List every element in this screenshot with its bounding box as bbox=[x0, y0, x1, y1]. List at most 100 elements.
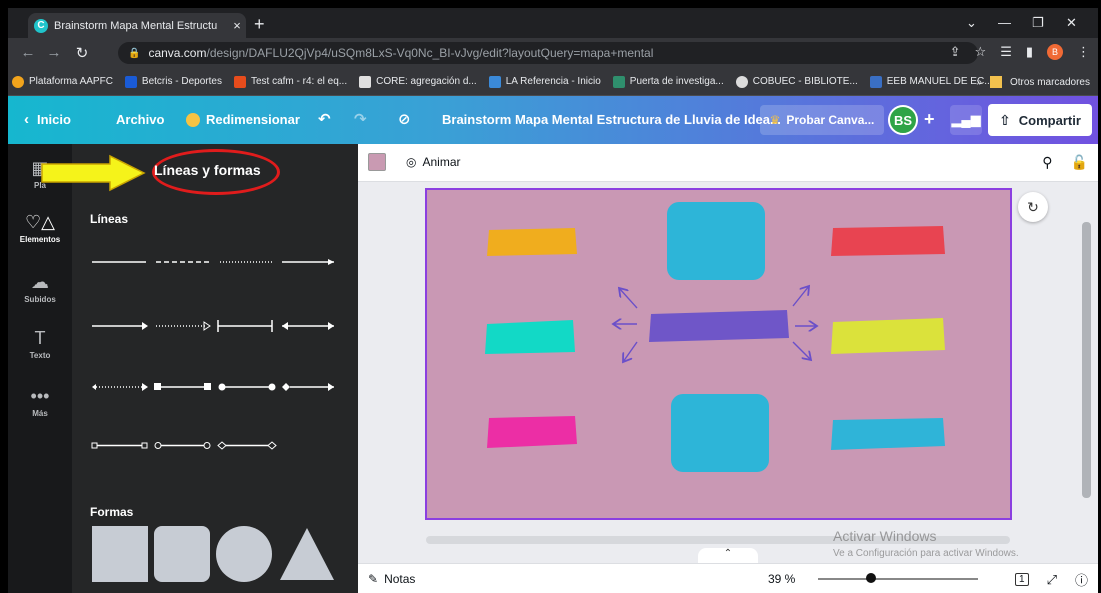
help-icon[interactable]: ⓘ bbox=[1075, 570, 1088, 589]
brush-stroke-yellow bbox=[487, 228, 577, 256]
line-arrow[interactable] bbox=[282, 259, 334, 265]
shape-rounded-square[interactable] bbox=[154, 526, 210, 582]
try-canva-label: Probar Canva... bbox=[786, 113, 875, 127]
elements-icon: ♡△ bbox=[25, 212, 55, 232]
forward-icon[interactable]: → bbox=[42, 44, 66, 61]
lock-icon: 🔒 bbox=[128, 47, 141, 59]
lock-icon[interactable]: 🔓 bbox=[1071, 154, 1088, 171]
line-square-ends[interactable] bbox=[154, 383, 211, 390]
line-diamond-arrow[interactable] bbox=[282, 383, 334, 391]
bookmark-item[interactable]: Puerta de investiga... bbox=[612, 75, 724, 88]
bookmark-item[interactable]: LA Referencia - Inicio bbox=[488, 75, 601, 88]
canva-favicon-icon: C bbox=[34, 18, 48, 33]
bookmark-item[interactable]: CORE: agregación d... bbox=[359, 75, 477, 88]
more-bookmarks-button[interactable]: » bbox=[976, 77, 982, 88]
paint-format-icon[interactable]: ⚲ bbox=[1042, 154, 1052, 171]
line-circle-ends[interactable] bbox=[218, 383, 276, 391]
line-diamond-outline-ends[interactable] bbox=[217, 441, 277, 450]
bookmark-label: Betcris - Deportes bbox=[141, 76, 222, 87]
url-input[interactable]: 🔒 canva.com /design/DAFLU2QjVp4/uSQm8LxS… bbox=[118, 42, 978, 64]
bookmark-item[interactable]: Betcris - Deportes bbox=[124, 75, 222, 88]
background-color-swatch[interactable] bbox=[368, 153, 386, 171]
line-arrow-right[interactable] bbox=[92, 322, 148, 330]
bookmark-favicon-icon bbox=[869, 75, 882, 88]
windows-watermark-title: Activar Windows bbox=[833, 528, 937, 544]
close-window-icon[interactable]: ✕ bbox=[1066, 15, 1077, 31]
vertical-scrollbar[interactable] bbox=[1082, 222, 1091, 498]
bookmark-item[interactable]: COBUEC - BIBLIOTE... bbox=[735, 75, 858, 88]
restore-icon[interactable]: ❐ bbox=[1032, 15, 1044, 31]
notes-button[interactable]: ✎ Notas bbox=[368, 572, 415, 586]
line-arrow-both[interactable] bbox=[282, 322, 334, 330]
resize-button[interactable]: Redimensionar bbox=[186, 112, 300, 127]
show-pages-chevron-icon[interactable]: ⌃ bbox=[698, 548, 758, 564]
bookmark-favicon-icon bbox=[488, 75, 501, 88]
shape-circle[interactable] bbox=[216, 526, 272, 582]
fullscreen-icon[interactable]: ⤢ bbox=[1047, 572, 1057, 588]
bookmark-favicon-icon bbox=[735, 75, 748, 88]
cloud-upload-icon: ☁ bbox=[31, 272, 49, 292]
cyan-box-top bbox=[667, 202, 765, 280]
rail-item-uploads[interactable]: ☁ Subidos bbox=[8, 272, 72, 304]
zoom-slider-handle[interactable] bbox=[866, 573, 876, 583]
bookmark-item[interactable]: Test cafm - r4: el eq... bbox=[233, 75, 347, 88]
line-dotted-arrow[interactable] bbox=[156, 321, 211, 331]
design-page[interactable] bbox=[425, 188, 1012, 520]
profile-avatar[interactable]: B bbox=[1047, 44, 1063, 60]
share-page-icon[interactable]: ⇪ bbox=[950, 44, 961, 60]
bookmark-star-icon[interactable]: ☆ bbox=[975, 44, 987, 60]
browser-tab-bar: C Brainstorm Mapa Mental Estructu × + ⌄ … bbox=[8, 8, 1098, 38]
tab-search-chevron-icon[interactable]: ⌄ bbox=[966, 15, 977, 31]
bookmark-item[interactable]: Plataforma AAPFC bbox=[12, 75, 113, 88]
shape-triangle[interactable] bbox=[278, 526, 336, 582]
rail-item-elements[interactable]: ♡△ Elementos bbox=[8, 212, 72, 244]
share-button[interactable]: ⇧ Compartir bbox=[988, 104, 1092, 136]
bookmark-item[interactable]: EEB MANUEL DE EC... bbox=[869, 75, 993, 88]
browser-tab[interactable]: C Brainstorm Mapa Mental Estructu × bbox=[28, 13, 246, 38]
try-canva-pro-button[interactable]: ♛ Probar Canva... bbox=[760, 105, 884, 135]
line-dotted-diamond[interactable] bbox=[92, 383, 148, 391]
zoom-level[interactable]: 39 % bbox=[768, 572, 795, 586]
reading-list-icon[interactable]: ☰ bbox=[1000, 44, 1012, 60]
new-tab-icon[interactable]: + bbox=[254, 14, 265, 35]
side-panel-icon[interactable]: ▮ bbox=[1026, 44, 1033, 60]
file-menu-button[interactable]: Archivo bbox=[116, 112, 164, 127]
avatar[interactable]: BS bbox=[888, 105, 918, 135]
animate-button[interactable]: ◎ Animar bbox=[406, 155, 461, 169]
shape-square[interactable] bbox=[92, 526, 148, 582]
bookmark-label: COBUEC - BIBLIOTE... bbox=[752, 76, 858, 87]
regenerate-icon[interactable]: ↻ bbox=[1018, 192, 1048, 222]
rail-label: Texto bbox=[29, 351, 51, 360]
document-title[interactable]: Brainstorm Mapa Mental Estructura de Llu… bbox=[442, 112, 781, 127]
line-circle-outline-ends[interactable] bbox=[154, 442, 211, 449]
screenshot-frame: C Brainstorm Mapa Mental Estructu × + ⌄ … bbox=[0, 0, 1101, 593]
panel-title: Líneas y formas bbox=[154, 162, 261, 178]
bookmark-label: CORE: agregación d... bbox=[376, 76, 477, 87]
brush-stroke-blue bbox=[831, 418, 945, 450]
windows-watermark-sub: Ve a Configuración para activar Windows. bbox=[833, 548, 1019, 559]
menu-dots-icon[interactable]: ⋮ bbox=[1077, 44, 1090, 60]
line-bar-end[interactable] bbox=[217, 320, 273, 332]
close-tab-icon[interactable]: × bbox=[228, 18, 246, 33]
undo-icon[interactable]: ↶ bbox=[318, 110, 331, 128]
notes-icon: ✎ bbox=[368, 572, 379, 586]
other-bookmarks-button[interactable]: Otros marcadores bbox=[1010, 77, 1090, 88]
cyan-box-bottom bbox=[671, 394, 769, 472]
crown-icon: ♛ bbox=[769, 113, 781, 127]
canva-header: ‹ Inicio Archivo Redimensionar ↶ ↷ ⊘ Brai… bbox=[8, 96, 1098, 144]
home-button[interactable]: ‹ Inicio bbox=[24, 111, 71, 128]
line-square-outline-ends[interactable] bbox=[91, 442, 148, 449]
minimize-icon[interactable]: — bbox=[998, 15, 1011, 30]
insights-button[interactable]: ▂▄▆ bbox=[950, 105, 982, 135]
redo-icon[interactable]: ↷ bbox=[354, 110, 367, 128]
notes-label: Notas bbox=[384, 572, 416, 586]
add-collaborator-icon[interactable]: + bbox=[924, 109, 935, 130]
page-count[interactable]: 1 bbox=[1015, 573, 1029, 586]
back-icon[interactable]: ← bbox=[16, 44, 40, 61]
editor-area: ◎ Animar ⚲ 🔓 ↻ Activar Windows Ve a Conf… bbox=[358, 144, 1098, 593]
reload-icon[interactable]: ↻ bbox=[70, 44, 94, 62]
rail-item-more[interactable]: ••• Más bbox=[8, 386, 72, 418]
rail-item-text[interactable]: T Texto bbox=[8, 328, 72, 360]
brush-stroke-pink bbox=[487, 416, 577, 448]
zoom-slider[interactable] bbox=[818, 578, 978, 580]
